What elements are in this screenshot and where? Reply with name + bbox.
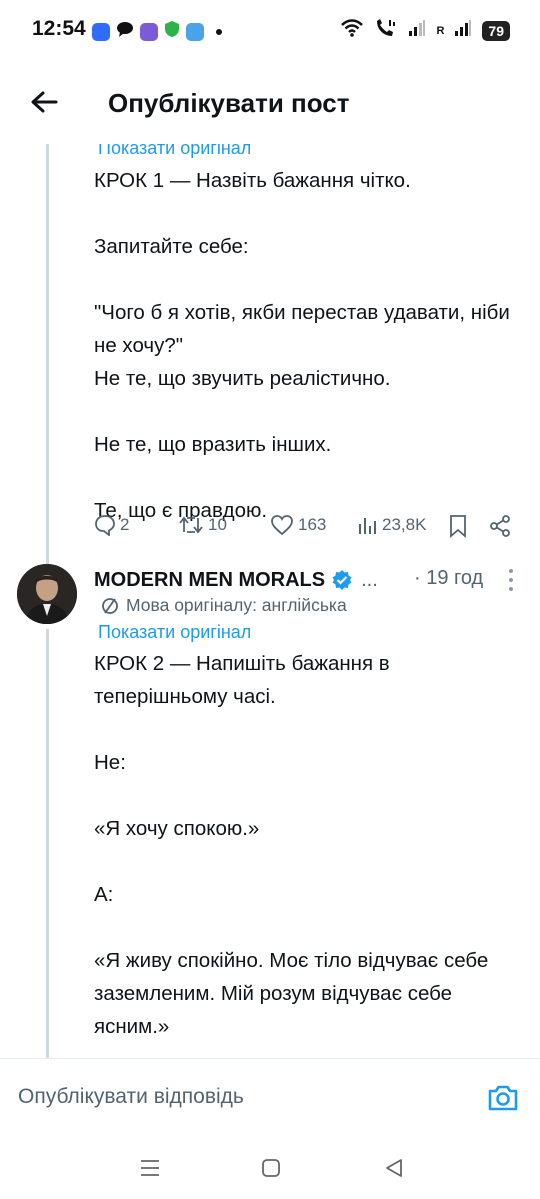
reply-input[interactable]: Опублікувати відповідь (18, 1085, 244, 1109)
home-square-icon (262, 1159, 280, 1177)
thread-feed[interactable]: Показати оригінал КРОК 1 — Назвіть бажан… (0, 144, 540, 1058)
views-chart-icon (359, 518, 376, 534)
more-options-button[interactable] (506, 569, 516, 591)
reply-icon (95, 515, 115, 536)
reply-count: 2 (120, 515, 130, 534)
signal-icon-2 (454, 19, 472, 42)
handle-ellipsis: ... (361, 568, 378, 591)
share-icon (490, 515, 510, 537)
signal-icon (408, 19, 426, 42)
camera-icon (488, 1085, 518, 1111)
tweet-actions: 2 10 163 23,8K (94, 514, 524, 538)
status-bar: 12:54 R 79 (0, 0, 540, 62)
show-original-link[interactable]: Показати оригінал (98, 144, 251, 159)
thread-line (46, 144, 49, 564)
status-time: 12:54 (32, 17, 86, 40)
share-button[interactable] (488, 514, 512, 538)
wifi-call-icon (374, 18, 398, 43)
menu-lines-icon (141, 1160, 159, 1176)
language-note: Мова оригіналу: англійська (126, 595, 347, 615)
translation-note: Мова оригіналу: англійська (100, 595, 347, 616)
repost-icon (179, 516, 203, 534)
shield-icon (164, 20, 180, 43)
back-nav-button[interactable] (380, 1154, 408, 1182)
author-avatar[interactable] (17, 564, 77, 624)
author-name[interactable]: MODERN MEN MORALS (94, 569, 325, 592)
more-notifications-dot (216, 28, 222, 35)
weather-icon (186, 22, 204, 41)
views-button[interactable]: 23,8K (358, 514, 426, 536)
more-dot (509, 569, 513, 573)
back-button[interactable] (28, 86, 60, 118)
notification-icons (92, 20, 222, 43)
thread-line-2 (46, 629, 49, 1058)
system-nav-bar (0, 1136, 540, 1199)
battery-icon: 79 (482, 20, 510, 41)
wifi-icon (340, 19, 364, 42)
repost-count: 10 (208, 515, 227, 534)
header: Опублікувати пост (0, 62, 540, 144)
roaming-label: R (436, 24, 445, 37)
views-count: 23,8K (382, 515, 427, 534)
system-icons: R 79 (340, 18, 510, 43)
arrow-left-icon (31, 91, 58, 113)
page-title: Опублікувати пост (108, 88, 350, 118)
recent-apps-button[interactable] (136, 1154, 164, 1182)
like-count: 163 (298, 515, 327, 534)
repost-button[interactable]: 10 (178, 514, 227, 536)
tweet-body: КРОК 1 — Назвіть бажання чітко. Запитайт… (94, 169, 510, 522)
avatar-image (17, 564, 77, 624)
chat-bubble-icon (116, 20, 134, 43)
viber-icon (140, 22, 158, 41)
verified-badge-icon (332, 570, 352, 590)
reply-button[interactable]: 2 (94, 514, 129, 536)
app-notification-icon (92, 22, 110, 41)
more-dot (509, 578, 513, 582)
tweet-body-2: КРОК 2 — Напишіть бажання в теперішньому… (94, 652, 489, 1038)
reply-bar: Опублікувати відповідь (0, 1058, 540, 1137)
camera-button[interactable] (486, 1081, 520, 1115)
tweet-time: · 19 год (414, 567, 484, 589)
heart-icon (271, 515, 293, 536)
show-original-link-2[interactable]: Показати оригінал (98, 622, 251, 643)
back-triangle-icon (386, 1159, 402, 1177)
translate-icon (102, 597, 118, 614)
bookmark-button[interactable] (448, 514, 468, 538)
home-button[interactable] (257, 1154, 285, 1182)
bookmark-icon (450, 515, 466, 538)
like-button[interactable]: 163 (270, 514, 326, 536)
more-dot (509, 587, 513, 591)
